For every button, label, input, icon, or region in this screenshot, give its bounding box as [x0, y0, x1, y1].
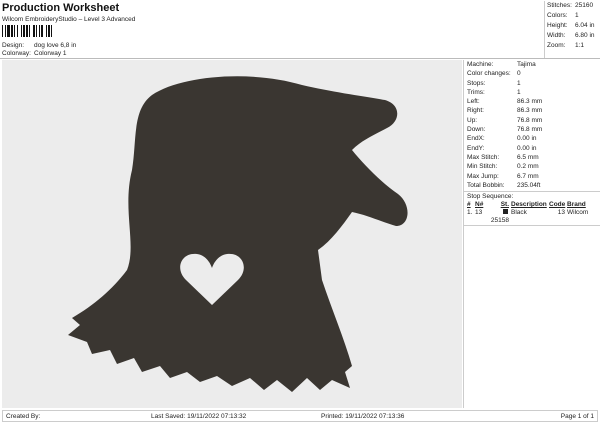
detail-row: Stops: 1 [464, 79, 600, 88]
col-header: Brand [567, 201, 586, 209]
stitches-value: 25160 [575, 2, 594, 9]
cell: Black [511, 209, 527, 217]
summary-box: Stitches: 25160 Colors: 1 Height: 6.04 in W… [544, 1, 600, 58]
software-name: Wilcom EmbroideryStudio – Level 3 Advanc… [2, 16, 136, 23]
cell: 1. [467, 209, 473, 217]
detail-label: Min Stitch: [467, 163, 498, 171]
col-header: St. [500, 201, 509, 209]
detail-row: Total Bobbin: 235.04ft [464, 181, 600, 190]
detail-value: 6.7 mm [517, 172, 539, 180]
detail-value: Tajima [517, 61, 536, 68]
colorway-value: Colorway 1 [34, 50, 67, 57]
detail-value: 86.3 mm [517, 107, 543, 115]
stop-sequence-label: Stop Sequence: [464, 191, 600, 201]
height-value: 6.04 in [575, 22, 595, 29]
detail-row: Min Stitch: 0.2 mm [464, 162, 600, 171]
worksheet-header: Production Worksheet Wilcom EmbroiderySt… [2, 2, 462, 58]
detail-label: Machine: [467, 61, 494, 68]
stitches-label: Stitches: [547, 2, 572, 9]
detail-value: 0.2 mm [517, 163, 539, 171]
page-title: Production Worksheet [2, 2, 120, 14]
detail-label: Left: [467, 98, 480, 106]
width-label: Width: [547, 32, 566, 39]
colors-value: 1 [575, 12, 579, 19]
detail-value: 6.5 mm [517, 153, 539, 161]
page-number: Page 1 of 1 [560, 412, 594, 420]
divider [0, 58, 600, 59]
detail-row: Trims: 1 [464, 88, 600, 97]
created-by: Created By: [6, 412, 41, 420]
detail-row: Down: 76.8 mm [464, 125, 600, 134]
last-saved: Last Saved: 19/11/2022 07:13:32 [151, 412, 247, 420]
detail-label: Color changes: [467, 70, 511, 78]
detail-row: EndY: 0.00 in [464, 144, 600, 153]
detail-label: Trims: [467, 88, 485, 96]
cell: 25158 [490, 217, 509, 225]
colorway-label: Colorway: [2, 50, 31, 57]
detail-label: Stops: [467, 79, 486, 87]
detail-value: 76.8 mm [517, 116, 543, 124]
cell: 13 [475, 209, 483, 217]
detail-row: Machine: Tajima [464, 60, 600, 69]
detail-value: 0.00 in [517, 144, 537, 152]
zoom-value: 1:1 [575, 42, 585, 49]
detail-label: Total Bobbin: [467, 181, 505, 189]
col-header: N# [475, 201, 484, 209]
detail-label: Max Jump: [467, 172, 499, 180]
detail-value: 1 [517, 79, 521, 87]
design-label: Design: [2, 42, 25, 49]
detail-value: 0 [517, 70, 521, 78]
detail-row: Up: 76.8 mm [464, 116, 600, 125]
colors-label: Colors: [547, 12, 568, 19]
detail-row: Max Stitch: 6.5 mm [464, 153, 600, 162]
detail-value: 76.8 mm [517, 126, 543, 134]
detail-value: 0.00 in [517, 135, 537, 143]
dog-silhouette-design [68, 76, 408, 393]
detail-label: Right: [467, 107, 484, 115]
barcode [2, 25, 52, 37]
footer: Created By: Last Saved: 19/11/2022 07:13… [2, 410, 598, 422]
detail-value: 235.04ft [517, 181, 541, 189]
cell: Wilcom [567, 209, 589, 217]
detail-value: 1 [517, 88, 521, 96]
detail-label: Down: [467, 126, 486, 134]
detail-label: Up: [467, 116, 478, 124]
zoom-label: Zoom: [547, 42, 566, 49]
details-panel: Machine: Tajima Color changes: 0 Stops: 1 Trim… [463, 60, 600, 408]
printed: Printed: 19/11/2022 07:13:36 [321, 412, 405, 420]
cell: 13 [557, 209, 565, 217]
color-swatch [503, 209, 508, 215]
detail-row: Left: 86.3 mm [464, 97, 600, 106]
col-header: # [467, 201, 471, 209]
detail-row: Color changes: 0 [464, 69, 600, 78]
detail-label: Max Stitch: [467, 153, 500, 161]
height-label: Height: [547, 22, 568, 29]
detail-label: EndY: [467, 144, 485, 152]
col-header: Code [549, 201, 566, 209]
detail-row: Max Jump: 6.7 mm [464, 172, 600, 181]
design-value: dog love 6,8 in [34, 42, 77, 49]
detail-row: Right: 86.3 mm [464, 106, 600, 115]
stop-sequence-table: # N# St. Description Code Brand 1. 13 25… [464, 201, 600, 227]
detail-row: EndX: 0.00 in [464, 134, 600, 143]
detail-label: EndX: [467, 135, 485, 143]
width-value: 6.80 in [575, 32, 595, 39]
col-header: Description [511, 201, 547, 209]
detail-value: 86.3 mm [517, 98, 543, 106]
design-preview [2, 60, 462, 408]
